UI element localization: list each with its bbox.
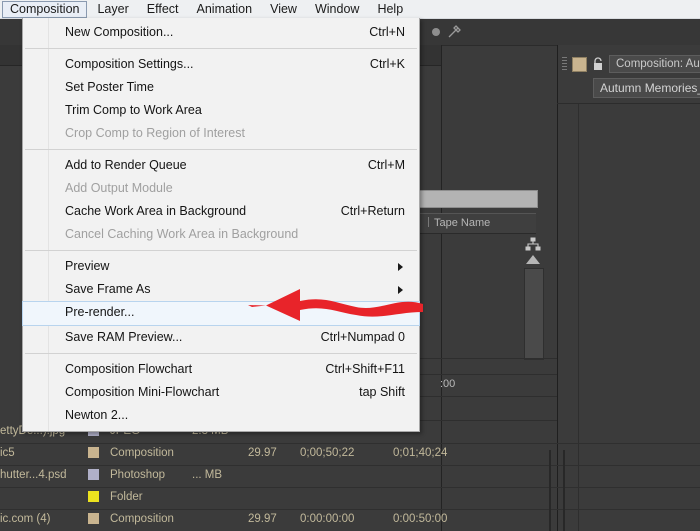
column-divider — [428, 217, 429, 227]
menu-item-preview[interactable]: Preview — [23, 255, 419, 278]
menu-separator — [25, 48, 417, 49]
record-dot-icon — [432, 28, 440, 36]
menu-item-label: Composition Mini-Flowchart — [65, 385, 220, 399]
menu-item-set-poster-time[interactable]: Set Poster Time — [23, 76, 419, 99]
rotobrush-icon[interactable] — [447, 25, 461, 39]
composition-subtitle: Autumn Memories_Yala — [593, 78, 700, 98]
app-window: Tape Name :00 Composition: Au Autumn Mem… — [0, 0, 700, 531]
panel-splitter-right[interactable] — [563, 450, 565, 531]
asset-type: Composition — [110, 447, 174, 459]
menu-item-save-frame-as[interactable]: Save Frame As — [23, 278, 419, 301]
menu-item-shortcut: Ctrl+Return — [340, 204, 405, 218]
menu-item-composition-mini-flowchart[interactable]: Composition Mini-Flowchart tap Shift — [23, 381, 419, 404]
composition-tab-grip[interactable] — [562, 57, 567, 71]
menubar-item-effect[interactable]: Effect — [139, 1, 187, 18]
asset-name: ic5 — [0, 447, 15, 459]
menu-item-shortcut: Ctrl+K — [369, 57, 405, 71]
asset-type: Composition — [110, 513, 174, 525]
menubar-item-animation[interactable]: Animation — [189, 1, 261, 18]
menu-item-label: New Composition... — [65, 25, 174, 39]
asset-out: 0:00:50:00 — [393, 513, 448, 525]
menu-item-shortcut: Ctrl+Shift+F11 — [325, 362, 405, 376]
menubar-item-view[interactable]: View — [262, 1, 305, 18]
menu-item-trim-comp-to-work-area[interactable]: Trim Comp to Work Area — [23, 99, 419, 122]
asset-list: ettyDe...).jpgJPEG2.3 MBic5Composition29… — [0, 425, 700, 531]
menu-item-label: Cancel Caching Work Area in Background — [65, 227, 299, 241]
menu-item-save-ram-preview[interactable]: Save RAM Preview... Ctrl+Numpad 0 — [23, 326, 419, 349]
asset-in: 0;00;50;22 — [300, 447, 355, 459]
menubar-item-help[interactable]: Help — [369, 1, 411, 18]
menu-item-label: Trim Comp to Work Area — [65, 103, 202, 117]
timecode-value: :00 — [440, 378, 456, 390]
asset-type-chip-icon — [88, 491, 99, 502]
lock-icon[interactable] — [592, 57, 604, 71]
menu-item-label: Add to Render Queue — [65, 158, 187, 172]
menu-item-label: Add Output Module — [65, 181, 173, 195]
menu-item-pre-render[interactable]: Pre-render... — [22, 301, 420, 326]
submenu-arrow-icon — [398, 263, 403, 271]
asset-name: ic.com (4) — [0, 513, 51, 525]
column-header-label: Tape Name — [434, 217, 491, 229]
scroll-up-arrow-icon[interactable] — [526, 255, 540, 264]
menu-item-label: Preview — [65, 259, 110, 273]
asset-out: 0;01;40;24 — [393, 447, 448, 459]
menu-item-add-to-render-queue[interactable]: Add to Render Queue Ctrl+M — [23, 154, 419, 177]
submenu-arrow-icon — [398, 286, 403, 294]
composition-title: Composition: Autu — [609, 55, 700, 73]
menu-item-crop-comp-to-region-of-interest: Crop Comp to Region of Interest — [23, 122, 419, 145]
composition-color-swatch — [572, 56, 587, 72]
asset-name: hutter...4.psd — [0, 469, 67, 481]
asset-type: Folder — [110, 491, 143, 503]
asset-type-chip-icon — [88, 469, 99, 480]
menu-item-add-output-module: Add Output Module — [23, 177, 419, 200]
asset-fps: 29.97 — [248, 447, 277, 459]
menu-separator — [25, 250, 417, 251]
menubar-item-composition[interactable]: Composition — [2, 0, 88, 18]
flowchart-icon[interactable] — [525, 237, 541, 251]
menu-item-label: Cache Work Area in Background — [65, 204, 247, 218]
menu-bar[interactable]: Composition Layer Effect Animation View Windo… — [0, 0, 700, 19]
vertical-scrollbar[interactable] — [524, 268, 544, 360]
menu-item-label: Composition Flowchart — [65, 362, 193, 376]
asset-type-chip-icon — [88, 447, 99, 458]
asset-type-chip-icon — [88, 513, 99, 524]
menu-item-shortcut: Ctrl+M — [367, 158, 405, 172]
asset-row[interactable]: hutter...4.psd Photoshop ... MB — [0, 465, 700, 488]
asset-fps: 29.97 — [248, 513, 277, 525]
asset-type: Photoshop — [110, 469, 165, 481]
menu-item-cache-work-area-in-background[interactable]: Cache Work Area in Background Ctrl+Return — [23, 200, 419, 223]
menu-item-label: Pre-render... — [65, 305, 135, 319]
menu-item-label: Set Poster Time — [65, 80, 154, 94]
preview-thumbnail — [418, 190, 538, 208]
menu-item-shortcut: Ctrl+N — [369, 25, 405, 39]
menu-item-composition-flowchart[interactable]: Composition Flowchart Ctrl+Shift+F11 — [23, 358, 419, 381]
asset-row[interactable]: ic.com (4) Composition 29.97 0:00:00:00 0:00… — [0, 509, 700, 531]
menu-item-shortcut: tap Shift — [359, 385, 405, 399]
menu-item-label: Crop Comp to Region of Interest — [65, 126, 245, 140]
asset-row[interactable]: ic5 Composition 29.97 0;00;50;22 0;01;40;24 — [0, 443, 700, 466]
menu-item-label: Composition Settings... — [65, 57, 194, 71]
menu-separator — [25, 353, 417, 354]
composition-panel-header: Composition: Autu — [562, 55, 700, 73]
composition-menu-dropdown[interactable]: New Composition... Ctrl+N Composition Sett… — [22, 18, 420, 432]
menubar-item-window[interactable]: Window — [307, 1, 367, 18]
menu-item-cancel-caching-work-area-in-background: Cancel Caching Work Area in Background — [23, 223, 419, 246]
menu-item-label: Newton 2... — [65, 408, 129, 422]
menu-item-label: Save Frame As — [65, 282, 151, 296]
menu-item-new-composition[interactable]: New Composition... Ctrl+N — [23, 21, 419, 44]
menu-item-shortcut: Ctrl+Numpad 0 — [320, 330, 405, 344]
asset-size: ... MB — [192, 469, 223, 481]
panel-splitter-left[interactable] — [549, 450, 551, 531]
asset-row[interactable]: Folder — [0, 487, 700, 510]
menu-item-composition-settings[interactable]: Composition Settings... Ctrl+K — [23, 53, 419, 76]
asset-in: 0:00:00:00 — [300, 513, 355, 525]
menubar-item-layer[interactable]: Layer — [89, 1, 136, 18]
menu-item-newton-2[interactable]: Newton 2... — [23, 404, 419, 427]
menu-item-label: Save RAM Preview... — [65, 330, 183, 344]
column-header-tape-name[interactable]: Tape Name — [418, 213, 536, 234]
menu-separator — [25, 149, 417, 150]
